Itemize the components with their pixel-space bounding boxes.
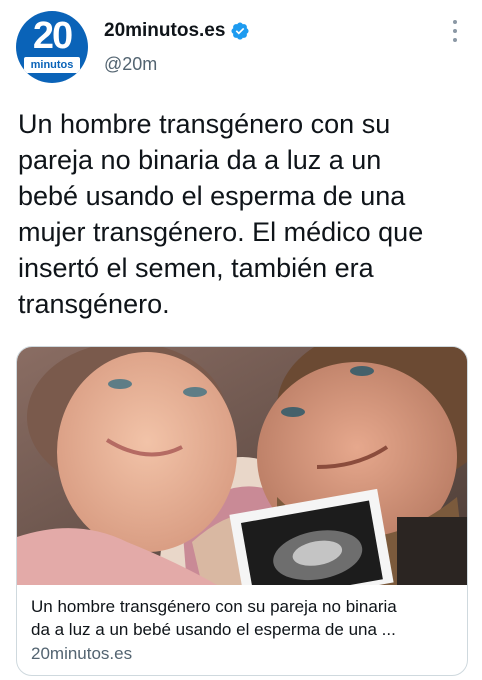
card-domain[interactable]: 20minutos.es xyxy=(31,644,456,664)
avatar-word: minutos xyxy=(24,57,80,73)
verified-badge-icon xyxy=(231,22,249,40)
account-name[interactable]: 20minutos.es xyxy=(104,20,225,42)
account-handle[interactable]: @20m xyxy=(104,54,157,75)
more-options-icon[interactable] xyxy=(448,20,462,42)
name-row: 20minutos.es xyxy=(104,20,250,42)
card-image xyxy=(17,347,467,585)
avatar-number: 20 xyxy=(32,15,73,57)
tweet-text: Un hombre transgénero con su pareja no b… xyxy=(18,109,424,319)
card-text: Un hombre transgénero con su pareja no b… xyxy=(31,595,456,664)
tweet-header: 20 minutos 20minutos.es @20m xyxy=(0,0,482,90)
link-card[interactable]: Un hombre transgénero con su pareja no b… xyxy=(16,346,468,676)
card-title[interactable]: Un hombre transgénero con su pareja no b… xyxy=(31,595,456,641)
avatar[interactable]: 20 minutos xyxy=(16,11,88,83)
